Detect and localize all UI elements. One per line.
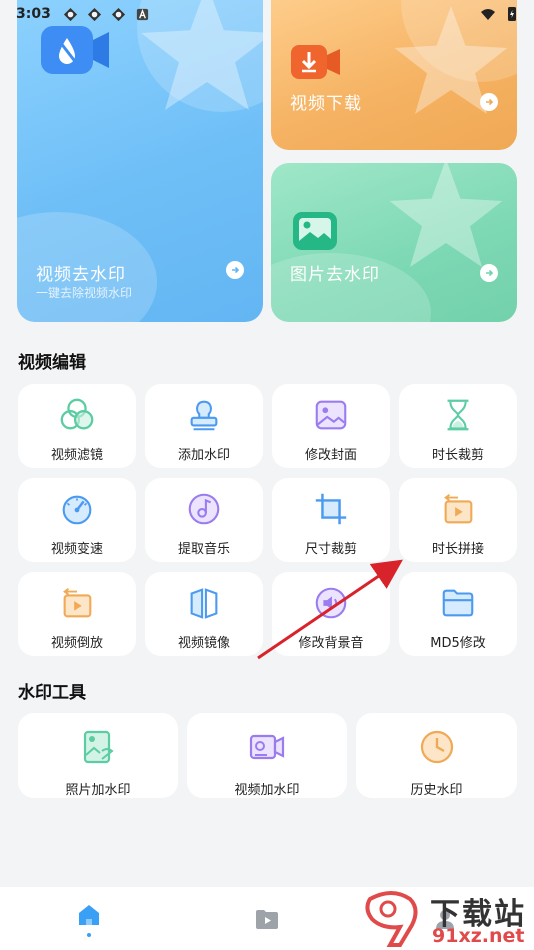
tool-label: 照片加水印 — [65, 783, 131, 798]
image-remove-title: 图片去水印 — [290, 265, 380, 285]
speaker-icon — [315, 587, 347, 619]
tool-label: 视频倒放 — [50, 636, 103, 651]
tool-label: 提取音乐 — [177, 542, 230, 557]
watermark-tools-section-title: 水印工具 — [18, 683, 86, 703]
arrow-right-icon[interactable] — [226, 261, 244, 279]
hourglass-icon — [447, 399, 469, 431]
clip-join-icon — [444, 493, 473, 524]
history-clock-icon — [420, 730, 453, 764]
nav-active-dot — [87, 932, 91, 937]
tool-label: 时长拼接 — [431, 542, 484, 557]
app-notification-icon — [87, 7, 101, 21]
video-download-title: 视频下载 — [290, 94, 362, 114]
app-notification-icon — [111, 7, 125, 21]
tool-label: 尺寸裁剪 — [304, 542, 357, 557]
arrow-right-icon[interactable] — [480, 264, 498, 282]
video-remove-subtitle: 一键去除视频水印 — [36, 286, 133, 300]
video-watermark-icon — [249, 734, 285, 760]
a-badge-icon — [136, 8, 148, 20]
wifi-icon — [481, 9, 495, 20]
star-decoration-icon — [389, 163, 503, 267]
battery-icon — [508, 7, 516, 21]
arrow-right-icon[interactable] — [480, 93, 498, 111]
site-watermark: 下载站 91xz.net — [360, 887, 534, 950]
tool-label: 修改封面 — [304, 448, 357, 463]
reverse-play-icon — [63, 587, 92, 618]
tool-label: MD5修改 — [430, 636, 486, 651]
speedometer-icon — [62, 495, 92, 525]
watermark-domain: 91xz.net — [432, 925, 525, 947]
app-notification-icon — [63, 7, 77, 21]
mirror-icon — [190, 588, 218, 619]
tool-md5-modify[interactable]: MD5修改 — [399, 572, 517, 656]
status-bar: 3:03 — [0, 0, 534, 28]
tool-history-watermark[interactable]: 历史水印 — [356, 713, 517, 798]
tool-label: 视频镜像 — [177, 636, 230, 651]
video-folder-icon — [256, 909, 278, 929]
tool-duration-trim[interactable]: 时长裁剪 — [399, 384, 517, 468]
image-remove-watermark-card[interactable]: 图片去水印 — [271, 163, 517, 322]
crop-icon — [315, 493, 347, 525]
tool-edit-bg-audio[interactable]: 修改背景音 — [272, 572, 390, 656]
filter-circles-icon — [60, 398, 94, 430]
tool-label: 视频加水印 — [234, 783, 300, 798]
tool-video-watermark[interactable]: 视频加水印 — [187, 713, 347, 798]
tool-duration-join[interactable]: 时长拼接 — [399, 478, 517, 562]
video-edit-section-title: 视频编辑 — [18, 353, 86, 373]
watermark-logo-icon — [365, 891, 418, 947]
stamp-icon — [190, 400, 218, 431]
video-watermark-camera-icon — [39, 22, 113, 78]
music-disc-icon — [188, 493, 220, 525]
tool-video-mirror[interactable]: 视频镜像 — [145, 572, 263, 656]
tool-add-watermark[interactable]: 添加水印 — [145, 384, 263, 468]
tool-size-crop[interactable]: 尺寸裁剪 — [272, 478, 390, 562]
video-remove-watermark-card[interactable]: 视频去水印 一键去除视频水印 — [17, 0, 263, 322]
nav-videos[interactable] — [237, 894, 297, 944]
system-status-icons — [480, 6, 520, 22]
image-frame-icon — [315, 400, 347, 430]
photo-watermark-icon — [83, 730, 114, 764]
tool-label: 修改背景音 — [298, 636, 364, 651]
tool-extract-music[interactable]: 提取音乐 — [145, 478, 263, 562]
tool-label: 历史水印 — [410, 783, 463, 798]
tool-photo-watermark[interactable]: 照片加水印 — [18, 713, 178, 798]
tool-video-speed[interactable]: 视频变速 — [18, 478, 136, 562]
video-remove-title: 视频去水印 — [36, 265, 126, 285]
home-icon — [79, 904, 99, 925]
tool-label: 视频滤镜 — [50, 448, 103, 463]
folder-icon — [442, 589, 474, 617]
nav-home[interactable] — [59, 894, 119, 944]
tool-label: 添加水印 — [177, 448, 230, 463]
tool-edit-cover[interactable]: 修改封面 — [272, 384, 390, 468]
notification-icons — [63, 7, 150, 22]
image-icon — [292, 211, 338, 251]
tool-video-filter[interactable]: 视频滤镜 — [18, 384, 136, 468]
status-time: 3:03 — [16, 6, 51, 22]
tool-video-reverse[interactable]: 视频倒放 — [18, 572, 136, 656]
download-camera-icon — [290, 42, 342, 82]
tool-label: 时长裁剪 — [431, 448, 484, 463]
tool-label: 视频变速 — [50, 542, 103, 557]
